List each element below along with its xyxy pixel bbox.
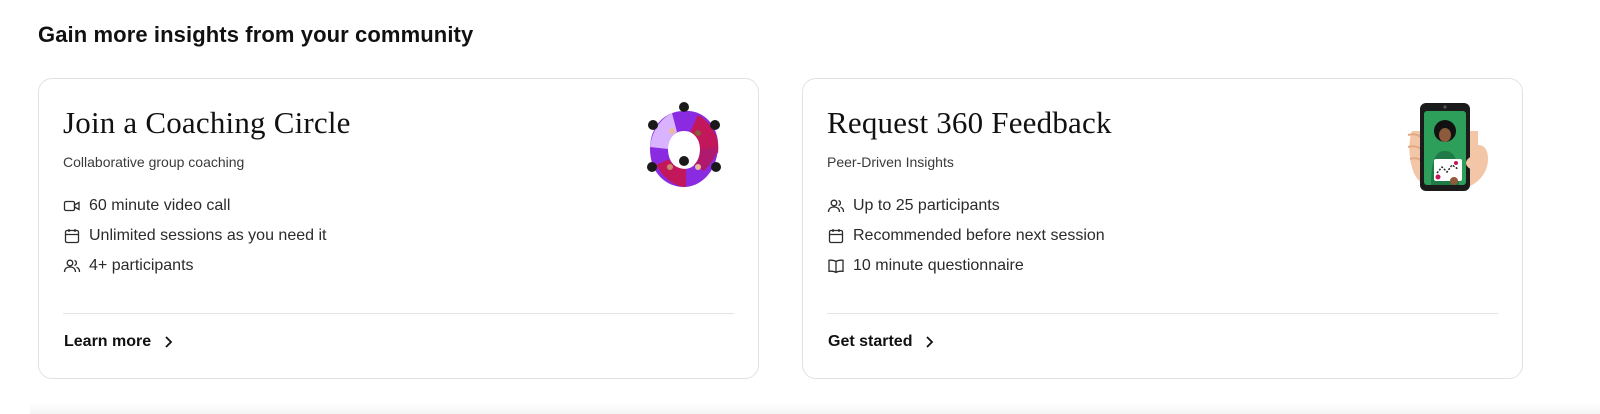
calendar-icon xyxy=(827,227,845,245)
feature-item: Up to 25 participants xyxy=(827,191,1105,221)
feature-item: 60 minute video call xyxy=(63,191,326,221)
next-section-edge xyxy=(30,402,1600,414)
chevron-right-icon xyxy=(924,335,934,349)
section-title: Gain more insights from your community xyxy=(38,22,474,47)
card-title: Join a Coaching Circle xyxy=(63,105,351,140)
book-icon xyxy=(827,257,845,275)
feature-text: 60 minute video call xyxy=(89,197,231,214)
coaching-circle-card[interactable]: Join a Coaching Circle Collaborative gro… xyxy=(38,78,759,379)
feature-list: Up to 25 participants Recommended before… xyxy=(827,191,1105,281)
card-subtitle: Peer-Driven Insights xyxy=(827,154,954,170)
phone-feedback-illustration xyxy=(1406,101,1494,195)
insights-section: Gain more insights from your community J… xyxy=(0,0,1600,414)
link-label: Learn more xyxy=(64,333,152,350)
people-icon xyxy=(827,197,845,215)
card-title: Request 360 Feedback xyxy=(827,105,1112,140)
feature-item: Recommended before next session xyxy=(827,221,1105,251)
feature-text: 10 minute questionnaire xyxy=(853,257,1024,274)
feature-text: 4+ participants xyxy=(89,257,194,274)
feedback-360-card[interactable]: Request 360 Feedback Peer-Driven Insight… xyxy=(802,78,1523,379)
video-icon xyxy=(63,197,81,215)
feature-list: 60 minute video call Unlimited sessions … xyxy=(63,191,326,281)
learn-more-link[interactable]: Learn more xyxy=(64,333,173,351)
feature-text: Recommended before next session xyxy=(853,227,1105,244)
people-icon xyxy=(63,257,81,275)
feature-text: Unlimited sessions as you need it xyxy=(89,227,327,244)
feature-item: Unlimited sessions as you need it xyxy=(63,221,326,251)
get-started-link[interactable]: Get started xyxy=(828,333,934,351)
card-subtitle: Collaborative group coaching xyxy=(63,154,245,170)
chevron-right-icon xyxy=(163,335,173,349)
feature-item: 4+ participants xyxy=(63,251,326,281)
card-divider xyxy=(827,313,1498,314)
link-label: Get started xyxy=(828,333,913,350)
calendar-icon xyxy=(63,227,81,245)
feature-text: Up to 25 participants xyxy=(853,197,1000,214)
card-divider xyxy=(63,313,734,314)
cards-row: Join a Coaching Circle Collaborative gro… xyxy=(38,78,1523,379)
feature-item: 10 minute questionnaire xyxy=(827,251,1105,281)
coaching-circle-illustration xyxy=(644,101,724,195)
